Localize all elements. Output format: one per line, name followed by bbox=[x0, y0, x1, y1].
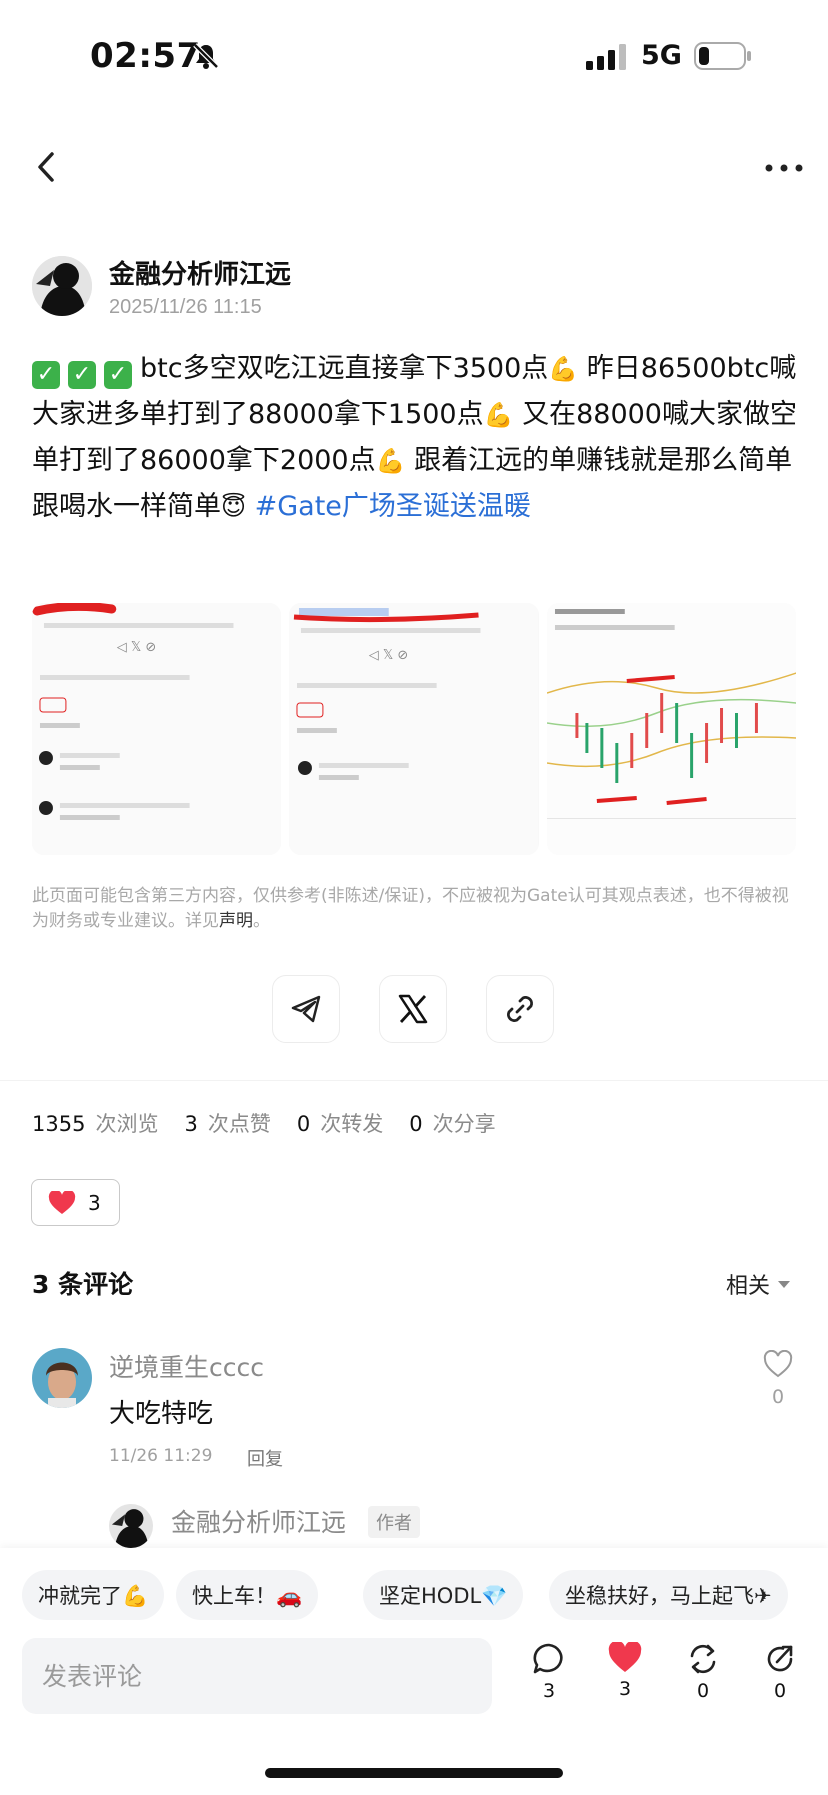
flex-emoji: 💪 bbox=[483, 401, 514, 429]
comments-title: 3 条评论 bbox=[32, 1270, 134, 1299]
heart-outline-icon[interactable] bbox=[763, 1350, 793, 1378]
copy-link-button[interactable] bbox=[486, 975, 554, 1043]
author-name[interactable]: 金融分析师江远 bbox=[109, 254, 291, 291]
heart-filled-icon bbox=[608, 1642, 642, 1672]
comments-action-count: 3 bbox=[542, 1680, 556, 1702]
flex-emoji: 💪 bbox=[375, 447, 406, 475]
share-x-button[interactable] bbox=[379, 975, 447, 1043]
share-icon bbox=[767, 1645, 793, 1672]
caret-down-icon bbox=[778, 1280, 791, 1288]
comment-sort-dropdown[interactable]: 相关 bbox=[726, 1268, 791, 1300]
repost-icon bbox=[690, 1644, 716, 1674]
disclaimer: 此页面可能包含第三方内容，仅供参考(非陈述/保证)，不应被视为Gate认可其观点… bbox=[32, 884, 792, 934]
reply-button[interactable]: 回复 bbox=[247, 1445, 283, 1471]
disclaimer-text: 此页面可能包含第三方内容，仅供参考(非陈述/保证)，不应被视为Gate认可其观点… bbox=[32, 886, 789, 931]
shares-count: 0 bbox=[409, 1112, 423, 1136]
quick-reply-chip[interactable]: 冲就完了💪 bbox=[22, 1570, 165, 1620]
check-mark-icon: ✓ bbox=[68, 361, 96, 389]
status-bar: 02:57 5G bbox=[0, 0, 828, 110]
post-image-3-chart[interactable] bbox=[546, 603, 796, 855]
home-indicator bbox=[265, 1768, 563, 1778]
reaction-chip[interactable]: 3 bbox=[31, 1179, 120, 1226]
more-options-icon[interactable] bbox=[764, 160, 804, 176]
commenter-username[interactable]: 逆境重生cccc bbox=[109, 1348, 264, 1384]
heart-icon bbox=[48, 1190, 76, 1214]
hashtag-link[interactable]: #Gate广场圣诞送温暖 bbox=[246, 491, 531, 522]
post-text-segment: btc多空双吃江远直接拿下3500点 bbox=[140, 353, 549, 384]
author-avatar[interactable] bbox=[32, 256, 92, 316]
flex-emoji: 💪 bbox=[548, 355, 579, 383]
comments-action[interactable]: 3 bbox=[527, 1642, 571, 1702]
link-icon bbox=[507, 996, 533, 1022]
reaction-count: 3 bbox=[88, 1190, 101, 1215]
post-image-2[interactable]: ◁ 𝕏 ⊘ bbox=[289, 603, 539, 855]
disclaimer-end: 。 bbox=[253, 911, 270, 931]
post-content: ✓ ✓ ✓ btc多空双吃江远直接拿下3500点💪 昨日86500btc喊大家进多单打… bbox=[32, 346, 802, 530]
signal-icon bbox=[586, 44, 626, 70]
share-action[interactable]: 0 bbox=[758, 1642, 802, 1702]
network-type: 5G bbox=[641, 40, 682, 71]
section-divider bbox=[0, 1080, 828, 1081]
x-logo-icon bbox=[398, 994, 428, 1024]
bell-off-icon bbox=[193, 43, 219, 69]
post-image-1[interactable]: ◁ 𝕏 ⊘ bbox=[32, 603, 282, 855]
post-timestamp: 2025/11/26 11:15 bbox=[109, 296, 262, 318]
battery-icon bbox=[694, 42, 751, 70]
views-count: 1355 bbox=[32, 1112, 86, 1136]
share-action-count: 0 bbox=[773, 1680, 787, 1702]
share-telegram-button[interactable] bbox=[272, 975, 340, 1043]
views-label: 次浏览 bbox=[95, 1112, 159, 1136]
repost-action[interactable]: 0 bbox=[681, 1642, 725, 1702]
sort-label: 相关 bbox=[726, 1274, 771, 1299]
quick-reply-chip[interactable]: 坐稳扶好，马上起飞✈ bbox=[549, 1570, 788, 1620]
shares-label: 次分享 bbox=[432, 1112, 496, 1136]
comment-input[interactable] bbox=[22, 1638, 492, 1714]
likes-count: 3 bbox=[184, 1112, 198, 1136]
reply-author-name[interactable]: 金融分析师江远 bbox=[171, 1503, 346, 1539]
telegram-icon bbox=[291, 995, 321, 1023]
post-image-grid: ◁ 𝕏 ⊘ ◁ 𝕏 ⊘ bbox=[32, 603, 796, 855]
svg-text:◁ 𝕏 ⊘: ◁ 𝕏 ⊘ bbox=[369, 648, 408, 663]
status-time: 02:57 bbox=[90, 36, 201, 76]
author-badge: 作者 bbox=[368, 1506, 420, 1538]
commenter-avatar[interactable] bbox=[32, 1348, 92, 1408]
check-mark-icon: ✓ bbox=[104, 361, 132, 389]
svg-text:◁ 𝕏 ⊘: ◁ 𝕏 ⊘ bbox=[117, 640, 156, 655]
like-action-count: 3 bbox=[618, 1678, 632, 1700]
repost-action-count: 0 bbox=[696, 1680, 710, 1702]
comment-timestamp: 11/26 11:29 bbox=[109, 1446, 213, 1466]
check-mark-icon: ✓ bbox=[32, 361, 60, 389]
quick-reply-chip[interactable]: 快上车！🚗 bbox=[176, 1570, 319, 1620]
likes-label: 次点赞 bbox=[207, 1112, 271, 1136]
halo-emoji: 😇 bbox=[221, 493, 247, 521]
comment-bubble-icon bbox=[533, 1643, 563, 1674]
back-icon[interactable] bbox=[30, 148, 64, 186]
comment-like-count: 0 bbox=[772, 1386, 785, 1408]
like-action[interactable]: 3 bbox=[603, 1642, 647, 1700]
reposts-count: 0 bbox=[296, 1112, 311, 1136]
disclaimer-link[interactable]: 声明 bbox=[219, 911, 253, 931]
reply-author-avatar[interactable] bbox=[109, 1504, 153, 1548]
comment-text: 大吃特吃 bbox=[109, 1399, 214, 1429]
quick-reply-chip[interactable]: 坚定HODL💎 bbox=[363, 1570, 524, 1620]
reposts-label: 次转发 bbox=[320, 1112, 384, 1136]
post-stats: 1355 次浏览 3 次点赞 0 次转发 0 次分享 bbox=[32, 1108, 522, 1138]
